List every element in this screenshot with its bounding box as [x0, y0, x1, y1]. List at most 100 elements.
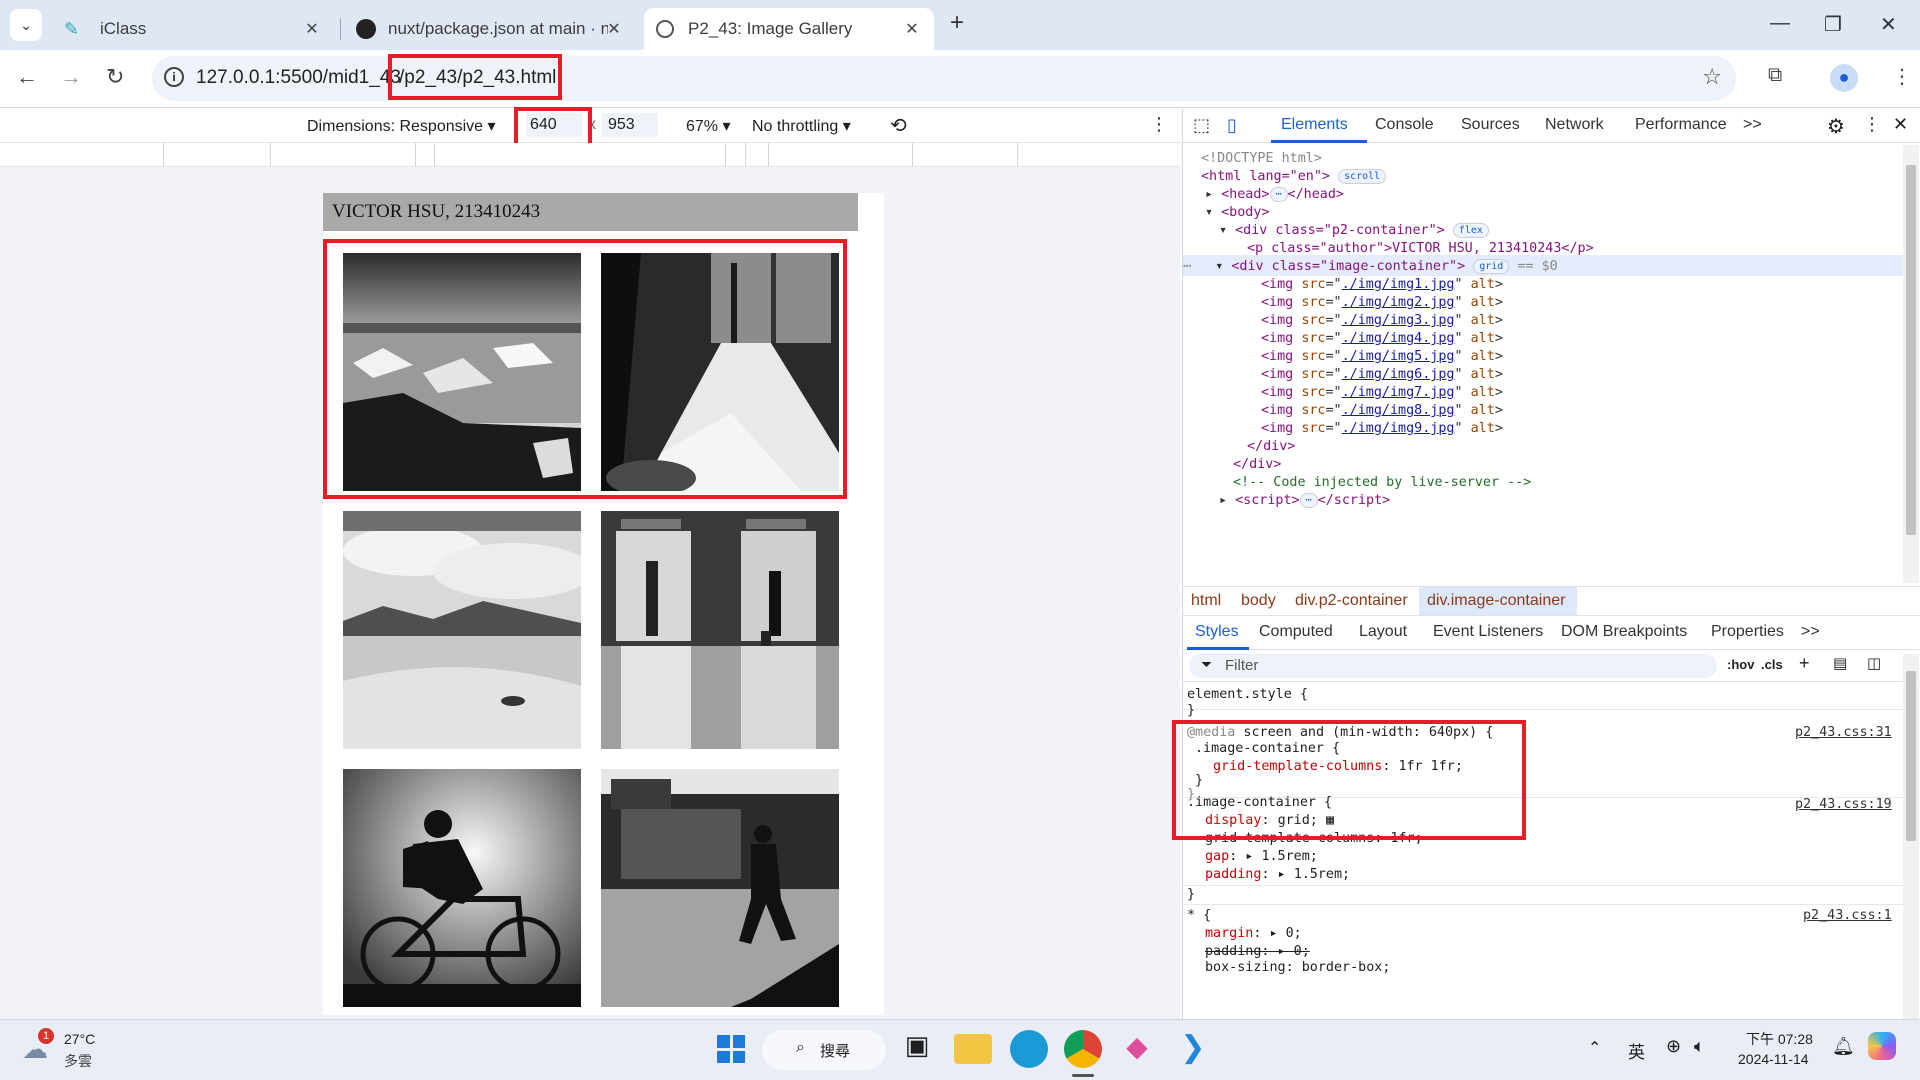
- element-style-selector[interactable]: element.style {: [1187, 686, 1308, 704]
- close-icon[interactable]: ✕: [604, 19, 624, 39]
- img-src-link[interactable]: ./img/img2.jpg: [1342, 295, 1455, 310]
- img-src-link[interactable]: ./img/img4.jpg: [1342, 331, 1455, 346]
- paint-brush-icon[interactable]: ▤: [1833, 654, 1847, 672]
- chevron-up-icon[interactable]: ⌃: [1588, 1038, 1601, 1058]
- edge-icon[interactable]: [1010, 1030, 1048, 1068]
- site-info-icon[interactable]: i: [164, 67, 184, 87]
- forward-arrow-icon[interactable]: →: [60, 64, 82, 90]
- img-src-link[interactable]: ./img/img1.jpg: [1342, 277, 1455, 292]
- clock-time[interactable]: 下午 07:28: [1746, 1029, 1813, 1049]
- tab-event-listeners[interactable]: Event Listeners: [1433, 623, 1543, 641]
- img-src-link[interactable]: ./img/img8.jpg: [1342, 403, 1455, 418]
- menu-kebab-icon[interactable]: ⋮: [1892, 64, 1912, 89]
- tab-layout[interactable]: Layout: [1359, 623, 1407, 641]
- rule2-source-link[interactable]: p2_43.css:19: [1795, 796, 1892, 814]
- zoom-select[interactable]: 67% ▾: [686, 116, 731, 136]
- tab-github[interactable]: nuxt/package.json at main · n ✕: [346, 8, 636, 50]
- volume-icon[interactable]: 🔈︎: [1694, 1036, 1705, 1057]
- reload-icon[interactable]: ↻: [106, 64, 124, 90]
- profile-avatar-icon[interactable]: ●: [1830, 64, 1858, 92]
- weather-widget[interactable]: ☁ 1 27°C 多雲: [20, 1028, 130, 1072]
- minimize-icon[interactable]: —: [1770, 12, 1790, 35]
- bookmark-star-icon[interactable]: ☆: [1702, 64, 1722, 90]
- rule3-selector[interactable]: * {: [1187, 907, 1211, 925]
- devtools-close-icon[interactable]: ✕: [1893, 114, 1908, 135]
- tab-sources[interactable]: Sources: [1461, 116, 1520, 134]
- breadcrumb-p2-container[interactable]: div.p2-container: [1295, 592, 1408, 610]
- breadcrumb-body[interactable]: body: [1241, 592, 1276, 610]
- close-window-icon[interactable]: ✕: [1880, 12, 1897, 37]
- inspect-element-icon[interactable]: ⬚: [1193, 115, 1210, 136]
- tab-performance[interactable]: Performance: [1635, 116, 1727, 134]
- device-more-icon[interactable]: ⋮: [1150, 114, 1168, 135]
- restore-icon[interactable]: ❐: [1824, 12, 1842, 37]
- gitkraken-icon[interactable]: ◆: [1118, 1030, 1156, 1068]
- filter-input[interactable]: ⏷ Filter: [1189, 654, 1717, 678]
- notification-bell-icon[interactable]: 🔔︎: [1832, 1036, 1855, 1057]
- new-tab-button[interactable]: +: [950, 9, 964, 37]
- box-sizing-declaration[interactable]: box-sizing: border-box;: [1205, 959, 1390, 977]
- flex-badge[interactable]: flex: [1452, 222, 1489, 238]
- devtools-menu-icon[interactable]: ⋮: [1863, 114, 1881, 135]
- padding-declaration[interactable]: padding: ▸ 1.5rem;: [1205, 866, 1350, 884]
- img-src-link[interactable]: ./img/img5.jpg: [1342, 349, 1455, 364]
- extensions-icon[interactable]: ⧉: [1768, 64, 1782, 87]
- gap-declaration[interactable]: gap: ▸ 1.5rem;: [1205, 848, 1318, 866]
- vscode-icon[interactable]: ❯: [1174, 1030, 1212, 1068]
- img-src-link[interactable]: ./img/img9.jpg: [1342, 421, 1455, 436]
- tab-title: nuxt/package.json at main · n: [388, 19, 608, 38]
- tab-dom-breakpoints[interactable]: DOM Breakpoints: [1561, 623, 1687, 641]
- more-tabs-icon[interactable]: >>: [1801, 623, 1820, 641]
- grid-badge[interactable]: grid: [1473, 258, 1510, 274]
- dom-img[interactable]: <img src="./img/img9.jpg" alt>: [1261, 418, 1503, 439]
- cls-button[interactable]: .cls: [1761, 657, 1783, 672]
- rule3-source-link[interactable]: p2_43.css:1: [1803, 907, 1892, 925]
- copilot-icon[interactable]: [1868, 1032, 1896, 1060]
- device-toggle-icon[interactable]: ▯: [1227, 115, 1237, 136]
- tab-styles[interactable]: Styles: [1195, 623, 1239, 641]
- tab-computed[interactable]: Computed: [1259, 623, 1333, 641]
- rotate-icon[interactable]: ⟲: [890, 113, 907, 138]
- tab-image-gallery[interactable]: P2_43: Image Gallery ✕: [644, 8, 934, 50]
- styles-scrollbar-thumb[interactable]: [1906, 671, 1916, 841]
- tab-search-button[interactable]: ⌄: [10, 9, 42, 41]
- new-rule-plus-icon[interactable]: +: [1799, 653, 1810, 674]
- sidebar-toggle-icon[interactable]: ◫: [1867, 654, 1881, 672]
- tab-properties[interactable]: Properties: [1711, 623, 1784, 641]
- settings-gear-icon[interactable]: ⚙: [1827, 114, 1845, 139]
- ellipsis-badge[interactable]: ⋯: [1269, 186, 1288, 202]
- img-src-link[interactable]: ./img/img6.jpg: [1342, 367, 1455, 382]
- breadcrumb-html[interactable]: html: [1191, 592, 1221, 610]
- height-input[interactable]: 953: [602, 113, 658, 137]
- breadcrumb-image-container[interactable]: div.image-container: [1427, 592, 1565, 610]
- chrome-icon[interactable]: [1064, 1030, 1102, 1068]
- close-icon[interactable]: ✕: [302, 19, 322, 39]
- back-arrow-icon[interactable]: ←: [16, 64, 38, 90]
- media-source-link[interactable]: p2_43.css:31: [1795, 724, 1892, 742]
- tab-iclass[interactable]: ✎ iClass ✕: [54, 8, 334, 50]
- tab-divider: [340, 18, 341, 40]
- margin-declaration[interactable]: margin: ▸ 0;: [1205, 925, 1302, 943]
- ellipsis-badge[interactable]: ⋯: [1299, 492, 1318, 508]
- tab-elements[interactable]: Elements: [1281, 116, 1348, 134]
- throttling-select[interactable]: No throttling ▾: [752, 116, 851, 136]
- dimensions-select[interactable]: Dimensions: Responsive ▾: [307, 116, 496, 136]
- tab-network[interactable]: Network: [1545, 116, 1604, 134]
- dom-script[interactable]: ▸ <script> ⋯ </script>: [1219, 490, 1390, 511]
- dom-scrollbar-thumb[interactable]: [1906, 165, 1916, 535]
- node-actions-icon[interactable]: ⋯: [1183, 259, 1199, 274]
- scroll-badge[interactable]: scroll: [1338, 168, 1387, 184]
- hov-button[interactable]: :hov: [1727, 657, 1754, 672]
- file-explorer-icon[interactable]: [954, 1034, 992, 1064]
- more-tabs-icon[interactable]: >>: [1743, 116, 1762, 134]
- task-view-icon[interactable]: ▣: [898, 1030, 936, 1068]
- img-src-link[interactable]: ./img/img3.jpg: [1342, 313, 1455, 328]
- clock-date[interactable]: 2024-11-14: [1738, 1051, 1809, 1067]
- windows-start-icon[interactable]: [712, 1030, 750, 1068]
- network-globe-icon[interactable]: ⊕: [1666, 1036, 1681, 1057]
- ime-indicator[interactable]: 英: [1628, 1038, 1645, 1063]
- taskbar-search[interactable]: ⌕ 搜尋: [762, 1030, 886, 1070]
- img-src-link[interactable]: ./img/img7.jpg: [1342, 385, 1455, 400]
- close-icon[interactable]: ✕: [902, 19, 922, 39]
- tab-console[interactable]: Console: [1375, 116, 1434, 134]
